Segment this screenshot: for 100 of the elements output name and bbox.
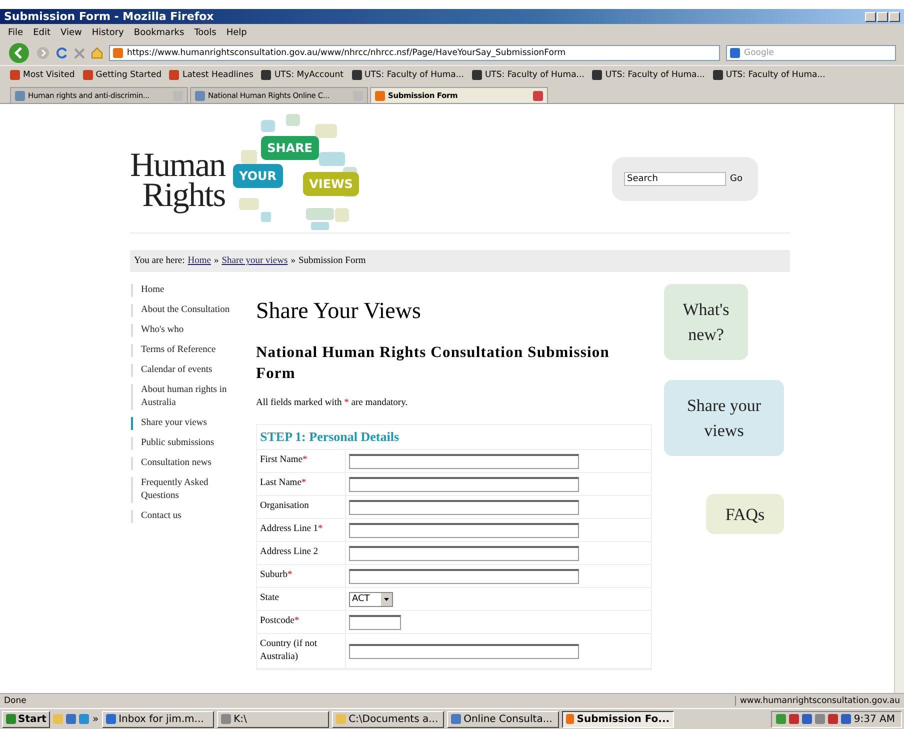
input-field[interactable] — [349, 644, 579, 658]
input-field[interactable] — [349, 568, 579, 584]
bookmark[interactable]: Getting Started — [82, 70, 162, 80]
sidebar-item[interactable]: About human rights in Australia — [131, 384, 248, 410]
address-field[interactable]: https://www.humanrightsconsultation.gov.au/www/nhrcc/nhrcc.nsf/Page/HaveYourSay_SubmissionForm — [109, 45, 720, 61]
taskbar-button[interactable]: Submission Fo... — [562, 710, 674, 728]
sidebar-item[interactable]: Frequently Asked Questions — [131, 477, 248, 503]
taskbar-button[interactable]: K:\ — [216, 710, 329, 728]
bookmark-icon — [169, 70, 180, 80]
breadcrumb-label: You are here: — [134, 256, 185, 266]
dropdown-icon[interactable] — [381, 592, 392, 606]
field-label: First Name* — [257, 450, 346, 472]
bookmark[interactable]: UTS: Faculty of Huma... — [472, 70, 584, 80]
logo-bubble: VIEWS — [303, 172, 359, 196]
breadcrumb-current: Submission Form — [298, 256, 366, 266]
field-label: Postcode* — [257, 611, 346, 633]
sidebar-item[interactable]: Terms of Reference — [131, 344, 248, 357]
bookmark-icon — [82, 70, 93, 80]
input-field[interactable] — [349, 522, 579, 538]
bookmark-icon — [352, 70, 362, 80]
home-icon[interactable] — [91, 47, 103, 59]
clock: 9:37 AM — [854, 714, 895, 724]
back-icon[interactable] — [8, 42, 30, 64]
go-button[interactable]: Go — [730, 174, 742, 184]
sidebar-item[interactable]: Contact us — [131, 510, 248, 523]
input-field[interactable] — [349, 500, 579, 514]
app-icon — [566, 714, 574, 724]
tray-icon[interactable] — [802, 714, 812, 724]
menu-item[interactable]: Tools — [194, 28, 216, 38]
sidebar-item[interactable]: Calendar of events — [131, 364, 248, 377]
mandatory-note: All fields marked with * are mandatory. — [256, 398, 409, 408]
bookmark[interactable]: Most Visited — [10, 70, 75, 80]
bookmark[interactable]: Latest Headlines — [169, 70, 254, 80]
menu-item[interactable]: View — [60, 28, 82, 38]
taskbar-button[interactable]: C:\Documents a... — [332, 710, 444, 728]
app-icon — [336, 714, 346, 724]
input-field[interactable] — [349, 476, 579, 492]
field-label: State — [257, 588, 346, 610]
logo-bubble: YOUR — [233, 164, 283, 188]
bookmark[interactable]: UTS: Faculty of Huma... — [592, 70, 705, 80]
menu-item[interactable]: Bookmarks — [134, 28, 184, 38]
bookmark-icon — [261, 70, 272, 80]
breadcrumb-link[interactable]: Home — [188, 256, 211, 266]
bookmark-icon — [712, 70, 723, 80]
bookmark[interactable]: UTS: MyAccount — [261, 70, 344, 80]
page-icon — [113, 48, 123, 58]
logo-text: Rights — [142, 181, 226, 211]
maximize-button[interactable] — [877, 12, 888, 22]
field-label: Address Line 2 — [257, 542, 346, 564]
state-select[interactable]: ACT — [349, 592, 393, 606]
menu-item[interactable]: Edit — [33, 28, 50, 38]
menu-item[interactable]: Help — [226, 28, 247, 38]
breadcrumb-link[interactable]: Share your views — [222, 256, 288, 266]
step-heading: STEP 1: Personal Details — [257, 425, 651, 450]
forward-icon[interactable] — [36, 46, 50, 60]
page-title: Share Your Views — [256, 298, 422, 324]
sidebar-item[interactable]: Consultation news — [131, 457, 248, 470]
input-field[interactable] — [349, 454, 579, 468]
speech-bubble-link[interactable]: FAQs — [706, 494, 784, 534]
breadcrumb-separator: » — [214, 256, 219, 266]
app-icon — [220, 714, 231, 724]
tray-icon[interactable] — [814, 714, 825, 724]
menu-item[interactable]: History — [92, 28, 124, 38]
field-label: Suburb* — [257, 565, 346, 587]
sidebar-item[interactable]: About the Consultation — [131, 304, 248, 317]
page-icon — [375, 90, 385, 100]
site-search-field[interactable]: Search — [624, 172, 726, 186]
tray-icon[interactable] — [776, 714, 786, 724]
status-text: Done — [4, 696, 26, 706]
breadcrumb-separator: » — [290, 256, 296, 266]
reload-icon[interactable] — [56, 47, 68, 59]
sidebar-item[interactable]: Who's who — [131, 324, 248, 337]
speech-bubble-link[interactable]: What's new? — [664, 284, 748, 360]
bookmark[interactable]: UTS: Faculty of Huma... — [712, 70, 826, 80]
bookmark-icon — [472, 70, 482, 80]
taskbar-button[interactable]: Online Consulta... — [446, 710, 559, 728]
scrollbar[interactable] — [894, 104, 904, 693]
input-field[interactable] — [349, 546, 579, 560]
sidebar-item[interactable]: Share your views — [131, 417, 248, 430]
status-url: www.humanrightsconsultation.gov.au — [734, 696, 900, 706]
input-field[interactable] — [349, 614, 401, 630]
tray-icon[interactable] — [788, 714, 799, 724]
sidebar-item[interactable]: Public submissions — [131, 437, 248, 450]
more-button[interactable]: » — [92, 714, 99, 724]
logo-bubble: SHARE — [261, 136, 319, 160]
taskbar-button[interactable]: Inbox for jim.m... — [102, 710, 214, 728]
page-icon — [195, 90, 205, 100]
logo-text: Human — [130, 151, 226, 181]
minimize-button[interactable] — [865, 12, 876, 22]
field-label: Organisation — [257, 496, 346, 518]
speech-bubble-link[interactable]: Share your views — [664, 380, 784, 456]
sidebar-item[interactable]: Home — [131, 284, 248, 297]
app-icon — [106, 714, 116, 724]
menu-item[interactable]: File — [8, 28, 24, 38]
close-button[interactable] — [889, 12, 900, 22]
window-title: Submission Form - Mozilla Firefox — [4, 10, 214, 23]
bookmark[interactable]: UTS: Faculty of Huma... — [352, 70, 464, 80]
start-button[interactable]: Start — [2, 710, 50, 728]
tray-icon[interactable] — [828, 714, 838, 724]
tray-icon[interactable] — [840, 714, 851, 724]
